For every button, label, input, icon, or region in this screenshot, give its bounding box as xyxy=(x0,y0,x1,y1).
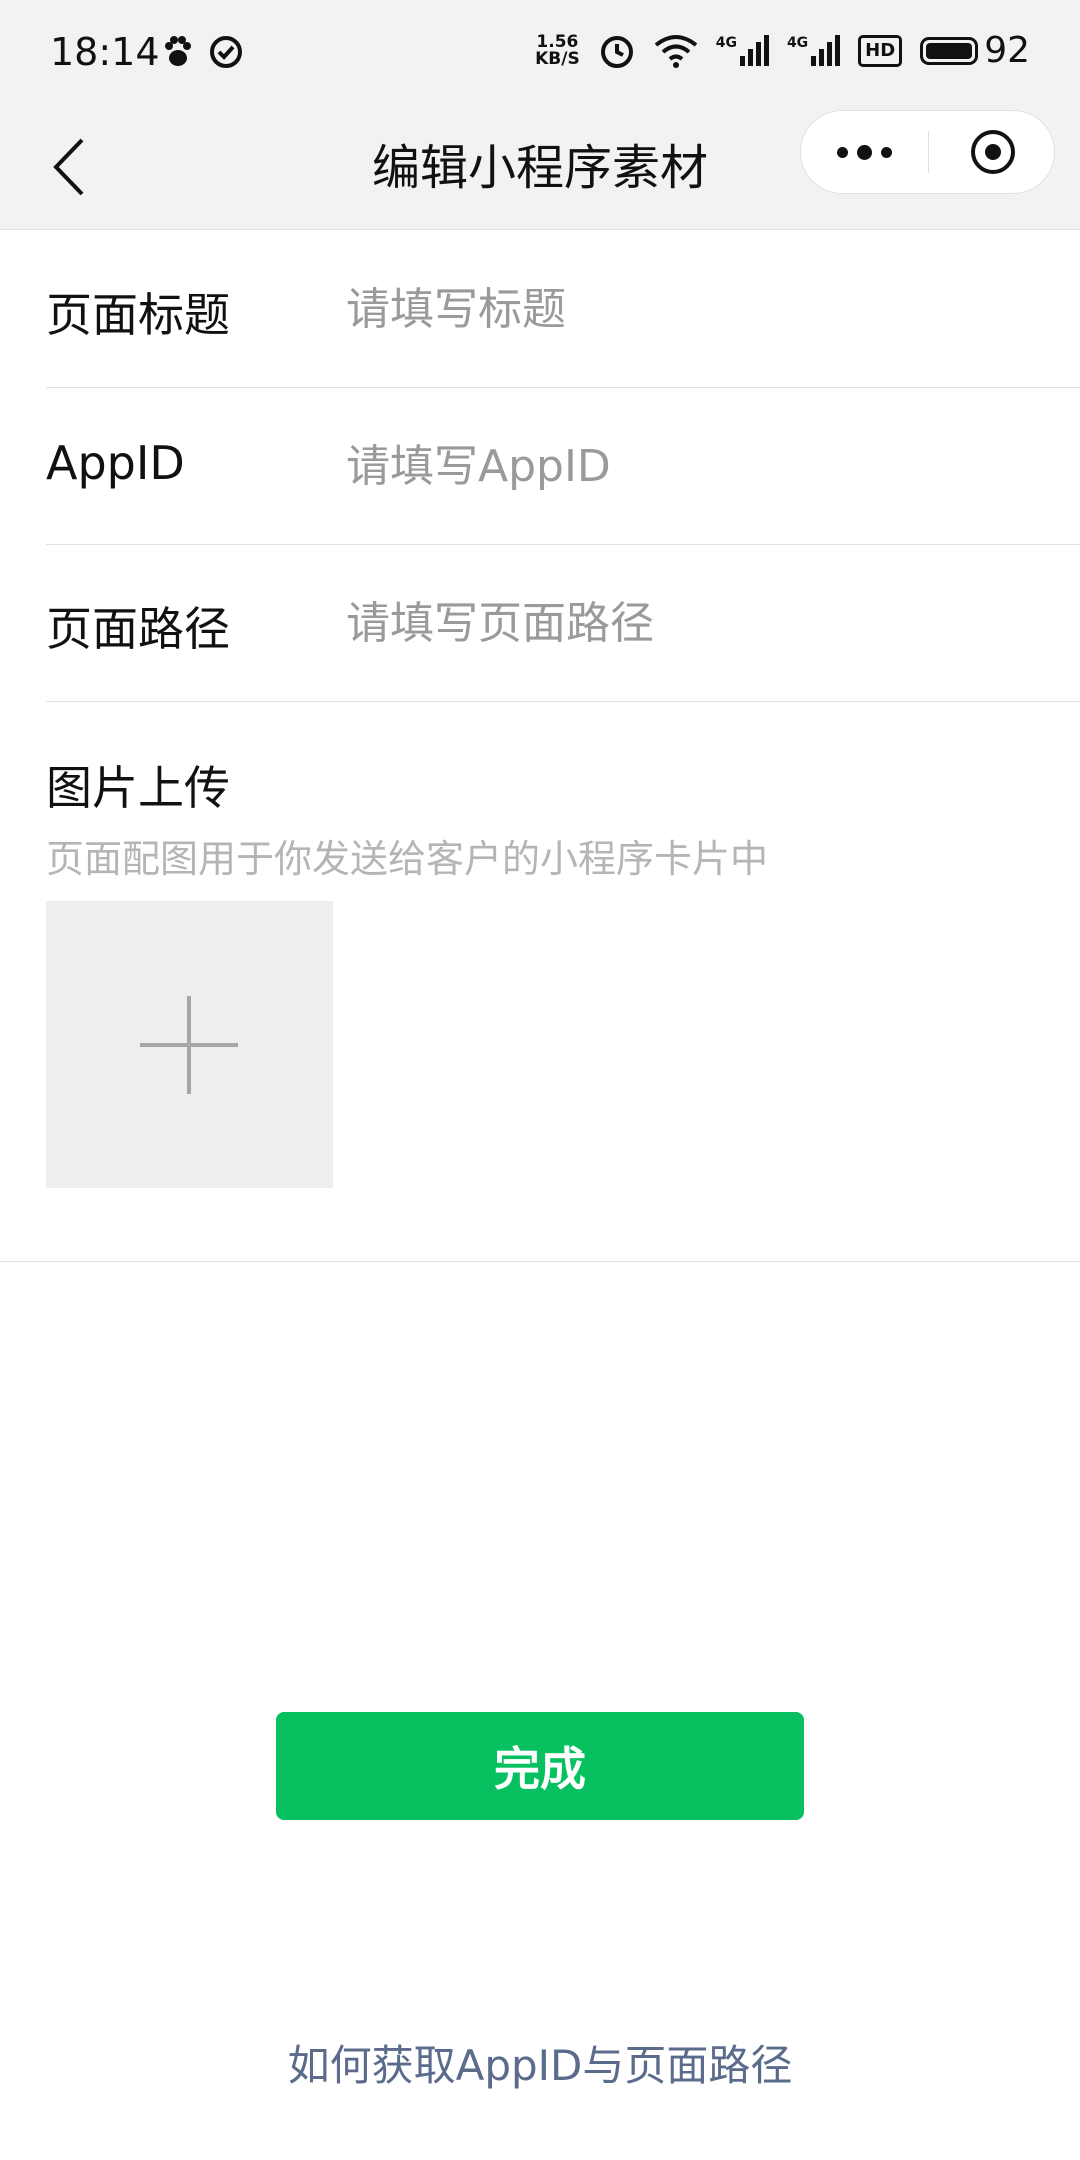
top-bar: 18:14 1.56 KB/S 4G 4G HD 92 编辑小程序素材 xyxy=(0,0,1080,230)
form-row-page-title: 页面标题 xyxy=(46,231,1080,388)
more-icon[interactable] xyxy=(801,111,928,193)
status-bar: 18:14 1.56 KB/S 4G 4G HD 92 xyxy=(0,0,1080,110)
material-form: 页面标题 AppID 页面路径 图片上传 页面配图用于你发送给客户的小程序卡片中 xyxy=(0,231,1080,1262)
battery-icon xyxy=(920,36,979,65)
hd-icon: HD xyxy=(858,34,903,67)
paw-icon xyxy=(165,36,191,66)
image-upload-button[interactable] xyxy=(46,901,333,1188)
image-upload-section: 图片上传 页面配图用于你发送给客户的小程序卡片中 xyxy=(0,702,1080,1262)
help-link[interactable]: 如何获取AppID与页面路径 xyxy=(0,2032,1080,2093)
page-title-input[interactable] xyxy=(346,269,1046,349)
image-upload-hint: 页面配图用于你发送给客户的小程序卡片中 xyxy=(46,837,769,881)
page-path-input[interactable] xyxy=(346,583,1046,663)
page-title-label: 页面标题 xyxy=(46,288,230,342)
appid-label: AppID xyxy=(46,436,185,490)
close-target-icon[interactable] xyxy=(929,111,1056,193)
check-circle-icon xyxy=(210,36,242,68)
signal-icon: 4G xyxy=(787,35,841,66)
net-speed: 1.56 KB/S xyxy=(535,31,580,69)
form-row-appid: AppID xyxy=(46,388,1080,545)
battery-level: 92 xyxy=(984,30,1030,71)
menu-capsule xyxy=(800,110,1055,194)
status-time: 18:14 xyxy=(50,30,160,74)
image-upload-title: 图片上传 xyxy=(46,761,230,815)
form-row-page-path: 页面路径 xyxy=(46,545,1080,702)
page-path-label: 页面路径 xyxy=(46,602,230,656)
alarm-icon xyxy=(600,35,633,68)
signal-icon: 4G xyxy=(716,35,769,66)
navigation-bar: 编辑小程序素材 xyxy=(0,110,1080,230)
done-button[interactable]: 完成 xyxy=(276,1712,804,1820)
wifi-icon xyxy=(654,34,697,68)
appid-input[interactable] xyxy=(346,426,1046,506)
